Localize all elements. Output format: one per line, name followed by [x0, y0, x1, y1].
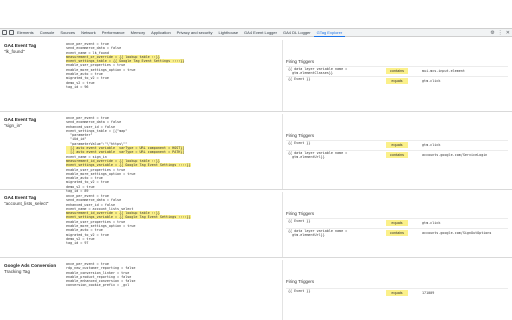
tag-properties: once_per_event = true rdp_new_customer_re… — [66, 262, 276, 288]
trigger-condition: {{ data layer variable name = gtm.elemen… — [286, 150, 508, 159]
firing-triggers-title: Firing Triggers — [286, 279, 315, 284]
column-divider — [282, 114, 283, 189]
devtools-tab-bar: Elements Console Sources Network Perform… — [0, 29, 512, 37]
devtools-actions: ⚙ ⋮ ✕ — [487, 29, 510, 37]
trigger-operator: equals — [386, 290, 408, 296]
tag-row: GA4 Event Tag "account_lists_select" once_… — [0, 192, 512, 258]
highlighted-property: [{ auto event variable varType = URL com… — [66, 150, 185, 155]
property-line: tag_id = 96 — [66, 84, 89, 89]
tab-gtag-explorer[interactable]: GTag Explorer — [313, 29, 346, 37]
tab-privacy-security[interactable]: Privacy and security — [174, 29, 216, 37]
trigger-operator: contains — [386, 152, 408, 158]
trigger-operator: contains — [386, 230, 408, 236]
property-line: conversion_cookie_prefix = _gcl — [66, 283, 130, 288]
trigger-condition: {{ Event }} equals 171009 — [286, 288, 508, 297]
tab-elements[interactable]: Elements — [14, 29, 37, 37]
tag-subtitle: "sign_in" — [4, 122, 22, 128]
more-options-icon[interactable]: ⋮ — [498, 29, 503, 37]
tab-application[interactable]: Application — [148, 29, 174, 37]
property-line: tag_id = 97 — [66, 241, 89, 246]
trigger-variable: {{ Event }} — [288, 77, 311, 81]
trigger-condition: {{ Event }} equals gtm.click — [286, 76, 508, 85]
tag-properties: once_per_event = true send_ecommerce_data… — [66, 116, 276, 193]
firing-triggers-title: Firing Triggers — [286, 211, 315, 216]
inspect-element-icon[interactable] — [2, 30, 7, 35]
trigger-value: gtm.click — [422, 221, 441, 225]
tag-row: GA4 Event Tag "sign_in" once_per_event = t… — [0, 114, 512, 193]
tag-subtitle: Tracking Tag — [4, 268, 31, 274]
trigger-condition: {{ Event }} equals gtm.click — [286, 218, 508, 227]
trigger-condition: {{ Event }} equals gtm.click — [286, 140, 508, 149]
tag-properties: once_per_event = true send_ecommerce_data… — [66, 42, 276, 89]
tab-memory[interactable]: Memory — [128, 29, 148, 37]
tag-name: GA4 Event Tag "lk_found" — [4, 43, 60, 54]
column-divider — [282, 260, 283, 320]
firing-triggers-title: Firing Triggers — [286, 59, 315, 64]
trigger-condition: {{ data layer variable name = gtm.elemen… — [286, 228, 508, 237]
tag-subtitle: "lk_found" — [4, 48, 25, 54]
trigger-operator: contains — [386, 68, 408, 74]
column-divider — [282, 40, 283, 111]
trigger-operator: equals — [386, 142, 408, 148]
trigger-variable: {{ data layer variable name = gtm.elemen… — [288, 151, 348, 159]
tag-name: GA4 Event Tag "sign_in" — [4, 117, 60, 128]
tab-console[interactable]: Console — [37, 29, 58, 37]
highlighted-property: event_settings_variable = {{ Google Tag … — [66, 163, 191, 168]
tab-ga4-dl-logger[interactable]: GA4 DL Logger — [280, 29, 314, 37]
tab-ga4-event-logger[interactable]: GA4 Event Logger — [241, 29, 280, 37]
devtools-panel: Elements Console Sources Network Perform… — [0, 28, 512, 320]
trigger-value: accounts.google.com/SignOutOptions — [422, 231, 492, 235]
trigger-variable: {{ data layer variable name = gtm.elemen… — [288, 67, 348, 75]
tag-row: GA4 Event Tag "lk_found" once_per_event = … — [0, 40, 512, 112]
trigger-value: accounts.google.com/ServiceLogin — [422, 153, 488, 157]
trigger-operator: equals — [386, 78, 408, 84]
trigger-variable: {{ Event }} — [288, 219, 311, 223]
settings-icon[interactable]: ⚙ — [490, 29, 494, 37]
tag-row: Google Ads Conversion Tracking Tag once_pe… — [0, 260, 512, 320]
gtag-explorer-content: GA4 Event Tag "lk_found" once_per_event = … — [0, 38, 512, 320]
tab-lighthouse[interactable]: Lighthouse — [215, 29, 241, 37]
trigger-value: 171009 — [422, 291, 435, 295]
trigger-variable: {{ data layer variable name = gtm.elemen… — [288, 229, 348, 237]
trigger-variable: {{ Event }} — [288, 141, 311, 145]
trigger-operator: equals — [386, 220, 408, 226]
browser-top-area — [0, 0, 512, 28]
tag-name: GA4 Event Tag "account_lists_select" — [4, 195, 60, 206]
close-icon[interactable]: ✕ — [506, 29, 510, 37]
tag-properties: once_per_event = true send_ecommerce_data… — [66, 194, 276, 246]
tab-performance[interactable]: Performance — [99, 29, 128, 37]
trigger-value: mui-mcs-input-element — [422, 69, 465, 73]
trigger-condition: {{ data layer variable name = gtm.elemen… — [286, 66, 508, 75]
tag-title: Google Ads Conversion — [4, 263, 57, 268]
trigger-value: gtm.click — [422, 143, 441, 147]
highlighted-property: event_settings_variable = {{ Google Tag … — [66, 215, 191, 220]
tag-subtitle: "account_lists_select" — [4, 200, 49, 206]
tab-network[interactable]: Network — [78, 29, 99, 37]
tag-name: Google Ads Conversion Tracking Tag — [4, 263, 60, 274]
column-divider — [282, 192, 283, 257]
trigger-value: gtm.click — [422, 79, 441, 83]
tab-sources[interactable]: Sources — [57, 29, 78, 37]
firing-triggers-title: Firing Triggers — [286, 133, 315, 138]
trigger-variable: {{ Event }} — [288, 289, 311, 293]
